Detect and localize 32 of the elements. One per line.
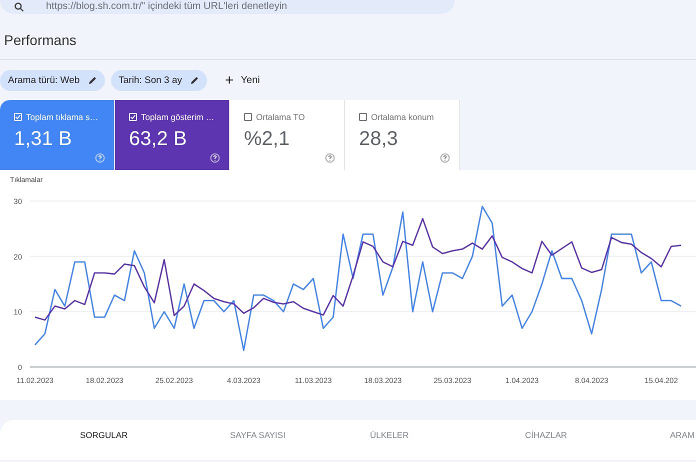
search-field[interactable]: https://blog.sh.com.tr/" içindeki tüm URL'leri denetleyin — [0, 0, 455, 14]
tab[interactable]: CİHAZLAR — [525, 428, 568, 442]
page-title: Performans — [4, 32, 76, 49]
metric-value: 28,3 — [359, 128, 399, 151]
metric-value: %2,1 — [244, 128, 291, 151]
checkbox[interactable] — [359, 113, 367, 121]
metric-value: 63,2 B — [129, 128, 188, 151]
help-icon — [325, 153, 335, 163]
filter-chip[interactable]: Arama türü: Web — [0, 70, 105, 90]
metric-label: Ortalama TO — [256, 112, 305, 122]
search-text: https://blog.sh.com.tr/" içindeki tüm URL'leri denetleyin — [46, 1, 288, 13]
pencil-icon — [190, 76, 200, 84]
pencil-icon — [88, 76, 97, 84]
metric-label: Toplam tıklama s… — [26, 112, 98, 122]
checkbox[interactable] — [244, 113, 252, 121]
help-icon — [440, 153, 450, 163]
search-icon — [14, 2, 24, 12]
tab[interactable]: ÜLKELER — [370, 428, 409, 442]
metric-label: Ortalama konum — [371, 112, 434, 122]
tab[interactable]: ARAM — [670, 428, 695, 442]
filter-chip[interactable]: Tarih: Son 3 ay — [110, 70, 208, 90]
new-filter-button[interactable]: + Yeni — [221, 72, 264, 88]
metric-card[interactable]: Ortalama TO %2,1 — [230, 100, 345, 170]
metric-card[interactable]: Ortalama konum 28,3 — [345, 100, 460, 170]
tab[interactable]: SAYFA SAYISI — [230, 428, 286, 442]
metric-label: Toplam gösterim … — [141, 112, 214, 122]
metric-value: 1,31 B — [14, 128, 73, 151]
help-icon — [210, 153, 220, 163]
metric-card[interactable]: Toplam tıklama s… 1,31 B — [0, 100, 115, 170]
tab[interactable]: SORGULAR — [80, 428, 128, 442]
help-icon — [95, 153, 105, 163]
metric-card[interactable]: Toplam gösterim … 63,2 B — [115, 100, 230, 170]
